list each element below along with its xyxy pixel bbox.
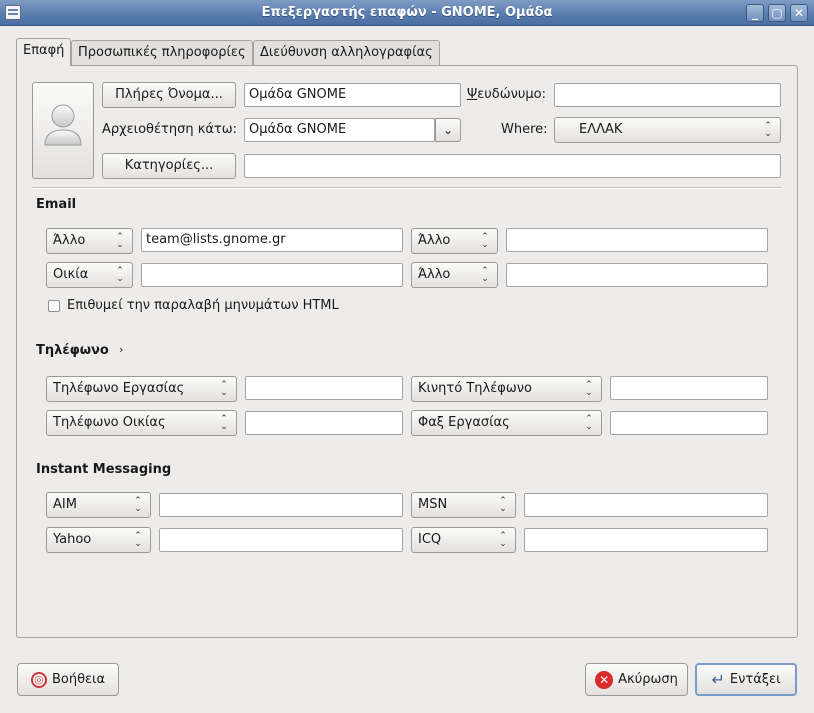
categories-field[interactable]: [244, 154, 781, 178]
email-type-select-1[interactable]: Άλλο ⌃ ⌄: [46, 228, 133, 254]
nickname-label-text: ευδώνυμο:: [477, 87, 547, 102]
tab-mailing-address[interactable]: Διεύθυνση αλληλογραφίας: [253, 40, 440, 66]
file-under-field[interactable]: Ομάδα GNOME: [244, 118, 435, 142]
help-icon: ◎: [30, 671, 47, 688]
cancel-icon: ✕: [595, 670, 614, 689]
file-under-label: Αρχειοθέτηση κάτω:: [102, 122, 238, 137]
phone-type-select-2[interactable]: Κινητό Τηλέφωνο ⌃ ⌄: [411, 376, 602, 402]
close-icon[interactable]: ✕: [790, 4, 808, 22]
updown-icon: ⌃ ⌄: [220, 380, 228, 398]
phone-type-value: Τηλέφωνο Οικίας: [53, 415, 166, 430]
email-field-1[interactable]: team@lists.gnome.gr: [141, 228, 403, 252]
email-field-2[interactable]: [506, 228, 768, 252]
updown-icon: ⌃ ⌄: [585, 414, 593, 432]
im-field-1[interactable]: [159, 493, 403, 517]
phone-heading[interactable]: Τηλέφωνο: [36, 343, 109, 358]
im-type-value: MSN: [418, 497, 448, 512]
html-mail-label[interactable]: Επιθυμεί την παραλαβή μηνυμάτων HTML: [67, 294, 339, 318]
ok-button-label: Εντάξει: [729, 672, 781, 687]
im-field-2[interactable]: [524, 493, 768, 517]
email-type-value: Οικία: [53, 267, 89, 282]
phone-field-2[interactable]: [610, 376, 768, 400]
updown-icon: ⌃ ⌄: [499, 496, 507, 514]
email-type-select-2[interactable]: Άλλο ⌃ ⌄: [411, 228, 498, 254]
email-field-3[interactable]: [141, 263, 403, 287]
updown-icon: ⌃ ⌄: [116, 266, 124, 284]
file-under-dropdown[interactable]: ⌄: [435, 118, 461, 142]
im-field-4[interactable]: [524, 528, 768, 552]
tab-contact[interactable]: Επαφή: [16, 38, 72, 66]
separator: [32, 187, 782, 189]
where-value: ΕΛΛΑΚ: [579, 122, 623, 137]
im-type-value: ICQ: [418, 532, 442, 547]
phone-type-value: Κινητό Τηλέφωνο: [418, 381, 532, 396]
email-type-select-4[interactable]: Άλλο ⌃ ⌄: [411, 262, 498, 288]
cancel-button[interactable]: ✕ Ακύρωση: [585, 663, 688, 696]
updown-icon: ⌃ ⌄: [499, 531, 507, 549]
email-type-value: Άλλο: [418, 267, 451, 282]
updown-icon: ⌃ ⌄: [134, 496, 142, 514]
chevron-down-icon: ⌄: [442, 123, 454, 137]
phone-field-4[interactable]: [610, 411, 768, 435]
phone-field-1[interactable]: [245, 376, 403, 400]
im-type-select-2[interactable]: MSN ⌃ ⌄: [411, 492, 516, 518]
ok-button[interactable]: ↵ Εντάξει: [695, 663, 797, 696]
updown-icon: ⌃ ⌄: [220, 414, 228, 432]
im-type-value: AIM: [53, 497, 77, 512]
phone-field-3[interactable]: [245, 411, 403, 435]
nickname-field[interactable]: [554, 83, 781, 107]
phone-type-select-3[interactable]: Τηλέφωνο Οικίας ⌃ ⌄: [46, 410, 237, 436]
im-field-3[interactable]: [159, 528, 403, 552]
updown-icon: ⌃ ⌄: [481, 232, 489, 250]
where-label: Where:: [501, 122, 548, 137]
enter-arrow-icon: ↵: [711, 670, 725, 689]
updown-icon: ⌃ ⌄: [764, 121, 772, 139]
im-type-value: Yahoo: [53, 532, 92, 547]
tab-personal-info[interactable]: Προσωπικές πληροφορίες: [71, 40, 253, 66]
im-heading: Instant Messaging: [36, 462, 172, 477]
updown-icon: ⌃ ⌄: [481, 266, 489, 284]
email-type-value: Άλλο: [418, 233, 451, 248]
updown-icon: ⌃ ⌄: [585, 380, 593, 398]
categories-button[interactable]: Κατηγορίες...: [102, 153, 236, 179]
help-button-label: Βοήθεια: [51, 672, 106, 687]
email-field-4[interactable]: [506, 263, 768, 287]
full-name-field[interactable]: Ομάδα GNOME: [244, 83, 461, 107]
help-button[interactable]: ◎ Βοήθεια: [17, 663, 119, 696]
maximize-icon[interactable]: ▢: [768, 4, 786, 22]
full-name-button[interactable]: Πλήρες Όνομα...: [102, 82, 236, 108]
html-mail-checkbox[interactable]: [48, 300, 60, 312]
phone-type-value: Φαξ Εργασίας: [418, 415, 510, 430]
person-icon: [44, 104, 82, 146]
cancel-button-label: Ακύρωση: [618, 672, 678, 687]
window-title: Επεξεργαστής επαφών - GNOME, Ομάδα: [261, 5, 553, 20]
phone-type-select-4[interactable]: Φαξ Εργασίας ⌃ ⌄: [411, 410, 602, 436]
updown-icon: ⌃ ⌄: [134, 531, 142, 549]
email-heading: Email: [36, 197, 77, 212]
email-type-value: Άλλο: [53, 233, 86, 248]
where-select[interactable]: ΕΛΛΑΚ ⌃ ⌄: [554, 117, 781, 143]
minimize-icon[interactable]: _: [746, 4, 764, 22]
im-type-select-4[interactable]: ICQ ⌃ ⌄: [411, 527, 516, 553]
email-type-select-3[interactable]: Οικία ⌃ ⌄: [46, 262, 133, 288]
chevron-right-icon[interactable]: ›: [119, 343, 123, 356]
updown-icon: ⌃ ⌄: [116, 232, 124, 250]
phone-type-value: Τηλέφωνο Εργασίας: [53, 381, 185, 396]
contact-photo-button[interactable]: [32, 82, 94, 179]
im-type-select-1[interactable]: AIM ⌃ ⌄: [46, 492, 151, 518]
nickname-label: Ψευδώνυμο:: [467, 87, 547, 102]
im-type-select-3[interactable]: Yahoo ⌃ ⌄: [46, 527, 151, 553]
phone-type-select-1[interactable]: Τηλέφωνο Εργασίας ⌃ ⌄: [46, 376, 237, 402]
